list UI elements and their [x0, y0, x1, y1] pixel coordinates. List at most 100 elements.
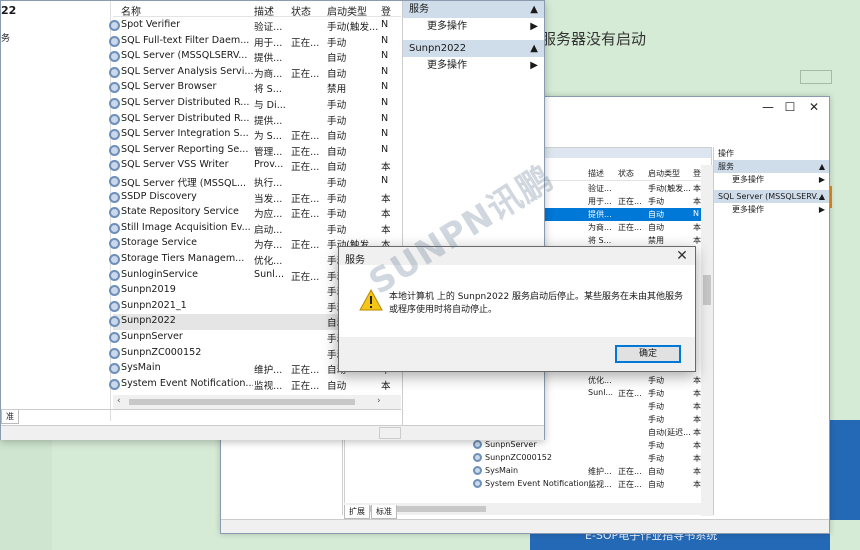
table-cell: 本: [381, 380, 391, 392]
service-name: SysMain: [121, 362, 161, 374]
table-row[interactable]: SQL Server Distributed R... 提供... 手动 N: [109, 112, 401, 128]
front-horizontal-scrollbar[interactable]: ‹ ›: [113, 395, 401, 409]
service-name: Still Image Acquisition Ev...: [121, 221, 251, 233]
section-label: 服务: [718, 162, 734, 171]
column-description[interactable]: 描述: [588, 168, 604, 179]
table-row[interactable]: System Event Notification... 监视... 正在... 自动…: [109, 377, 401, 393]
collapse-up-icon[interactable]: ▲: [530, 1, 538, 18]
tab-extended[interactable]: 扩展: [344, 505, 370, 519]
scroll-left-icon[interactable]: ‹: [117, 396, 121, 406]
service-name: SQL Server Browser: [121, 81, 217, 93]
table-cell: 验证...: [588, 184, 612, 193]
service-name: SQL Full-text Filter Daem...: [121, 34, 250, 46]
back-statusbar: [221, 519, 829, 533]
gear-icon: [109, 269, 120, 281]
back-horizontal-scrollbar[interactable]: [344, 503, 712, 515]
gear-icon: [109, 316, 120, 328]
table-row[interactable]: SQL Server VSS Writer Prov... 正在... 自动 本: [109, 158, 401, 174]
column-name[interactable]: 名称: [121, 3, 141, 18]
table-cell: SunpnServer: [485, 440, 537, 449]
left-pane-title: 22: [1, 4, 17, 17]
scroll-right-icon[interactable]: ›: [377, 396, 381, 406]
column-description[interactable]: 描述: [254, 3, 274, 18]
table-cell: 将 S...: [588, 236, 612, 245]
table-row[interactable]: SQL Server 代理 (MSSQL... 执行... 手动 N: [109, 174, 401, 190]
minimize-icon[interactable]: —: [757, 99, 779, 115]
table-cell: 提供...: [588, 210, 612, 219]
table-row[interactable]: State Repository Service 为应... 正在... 手动 本: [109, 205, 401, 221]
collapse-up-icon[interactable]: ▲: [530, 40, 538, 57]
column-status[interactable]: 状态: [618, 168, 634, 179]
collapse-up-icon[interactable]: ▲: [819, 190, 825, 203]
background-blue-block: [828, 420, 860, 520]
table-cell: N: [381, 97, 389, 108]
table-cell: 自动: [648, 480, 664, 489]
table-row[interactable]: SQL Server Analysis Servi... 为商... 正在... 自动…: [109, 65, 401, 81]
back-vertical-scrollbar[interactable]: ⌄: [701, 165, 713, 516]
action-more-2[interactable]: 更多操作 ▶: [403, 57, 544, 75]
table-row[interactable]: SQL Full-text Filter Daem... 用于... 正在... 手动…: [109, 34, 401, 50]
table-row[interactable]: SunpnServer 手动 本: [345, 439, 711, 452]
table-row[interactable]: SQL Server Distributed R... 与 Di... 手动 N: [109, 96, 401, 112]
tab-standard[interactable]: 标准: [371, 505, 397, 519]
column-startup-type[interactable]: 启动类型: [327, 3, 367, 18]
actions-section-sunpn2022[interactable]: Sunpn2022 ▲: [403, 40, 544, 57]
collapse-up-icon[interactable]: ▲: [819, 160, 825, 173]
table-row[interactable]: System Event Notification... 监视... 正在... 自动…: [345, 478, 711, 491]
table-cell: System Event Notification...: [485, 479, 597, 488]
table-cell: 本: [693, 236, 701, 245]
service-name: System Event Notification...: [121, 377, 253, 389]
action-more-1[interactable]: 更多操作 ▶: [403, 18, 544, 36]
gear-icon: [473, 466, 482, 475]
service-name: Sunpn2022: [121, 315, 176, 327]
table-row[interactable]: Still Image Acquisition Ev... 启动... 手动 本: [109, 221, 401, 237]
front-statusbar: [1, 425, 544, 440]
table-cell: 优化...: [254, 256, 283, 267]
table-row[interactable]: SQL Server Reporting Se... 管理... 正在... 自动 N: [109, 143, 401, 159]
actions-section-services[interactable]: 服务 ▲: [403, 1, 544, 18]
maximize-icon[interactable]: ☐: [779, 99, 801, 115]
ok-button[interactable]: 确定: [615, 345, 681, 363]
actions-section-services[interactable]: 服务 ▲: [714, 160, 829, 173]
table-cell: 自动: [648, 467, 664, 476]
actions-section-sqlserver[interactable]: SQL Server (MSSQLSERV... ▲: [714, 190, 829, 203]
table-cell: 手动: [648, 441, 664, 450]
table-cell: 自动: [327, 146, 347, 158]
scroll-thumb[interactable]: [703, 275, 711, 305]
table-cell: 正在...: [618, 389, 642, 398]
column-startup-type[interactable]: 启动类型: [648, 168, 680, 179]
table-row[interactable]: SQL Server Browser 将 S... 禁用 N: [109, 80, 401, 96]
table-row[interactable]: SSDP Discovery 当发... 正在... 手动 本: [109, 190, 401, 206]
table-cell: 执行...: [254, 178, 283, 189]
scroll-thumb[interactable]: [129, 399, 355, 405]
table-cell: 本: [693, 415, 701, 424]
dialog-message: 本地计算机 上的 Sunpn2022 服务启动后停止。某些服务在未由其他服务或程…: [389, 292, 684, 315]
table-row[interactable]: SysMain 维护... 正在... 自动 本: [345, 465, 711, 478]
table-cell: 提供...: [254, 115, 283, 127]
tab-standard[interactable]: 准: [1, 410, 19, 424]
action-label: 更多操作: [427, 21, 467, 32]
action-more-2[interactable]: 更多操作 ▶: [714, 203, 829, 216]
close-icon[interactable]: ✕: [803, 99, 825, 115]
table-cell: N: [381, 128, 389, 140]
table-cell: 用于...: [588, 197, 612, 206]
table-row[interactable]: SunpnZC000152 手动 本: [345, 452, 711, 465]
table-row[interactable]: SQL Server (MSSQLSERV... 提供... 自动 N: [109, 49, 401, 65]
chevron-right-icon: ▶: [818, 205, 825, 214]
table-cell: 手动(触发...: [648, 184, 691, 193]
table-cell: 自动(延迟...: [648, 428, 691, 437]
column-logon[interactable]: 登: [693, 168, 701, 179]
action-more-1[interactable]: 更多操作 ▶: [714, 173, 829, 186]
table-cell: N: [381, 143, 389, 155]
table-cell: 正在...: [618, 467, 642, 476]
column-logon[interactable]: 登: [381, 3, 391, 18]
section-label: 服务: [409, 4, 429, 15]
table-row[interactable]: SQL Server Integration S... 为 S... 正在... 自动…: [109, 127, 401, 143]
close-icon[interactable]: ✕: [675, 249, 689, 263]
table-cell: 正在...: [291, 37, 320, 49]
table-cell: 正在...: [618, 197, 642, 206]
gear-icon: [109, 254, 120, 265]
table-cell: 手动: [648, 376, 664, 385]
column-status[interactable]: 状态: [291, 3, 311, 18]
table-row[interactable]: Spot Verifier 验证... 手动(触发... N: [109, 18, 401, 34]
